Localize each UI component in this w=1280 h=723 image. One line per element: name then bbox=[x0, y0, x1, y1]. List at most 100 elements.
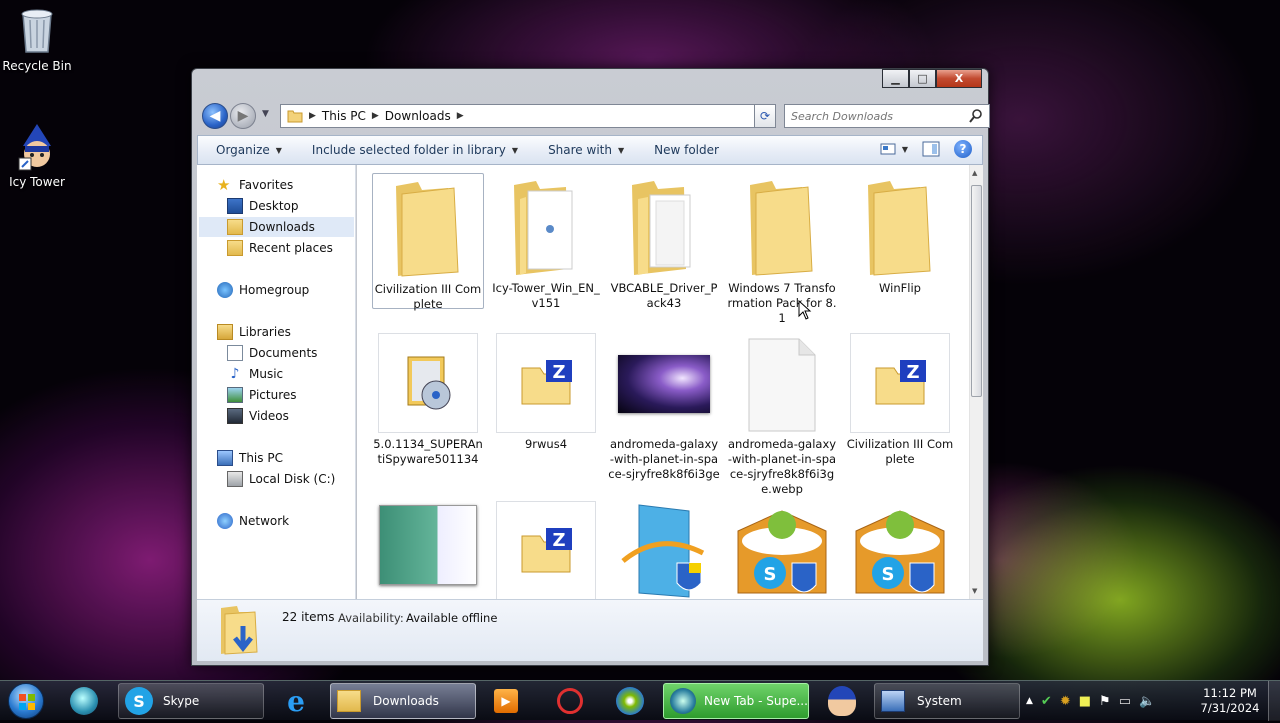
file-item[interactable]: andromeda-galaxy-with-planet-in-space-sj… bbox=[726, 329, 838, 497]
file-item[interactable]: andromeda-galaxy-with-planet-in-space-sj… bbox=[608, 329, 720, 482]
nav-music-label: Music bbox=[249, 367, 284, 381]
include-in-library-menu[interactable]: Include selected folder in library ▼ bbox=[312, 143, 518, 157]
forward-arrow-icon: ▶ bbox=[237, 108, 249, 124]
nav-downloads[interactable]: Downloads bbox=[199, 217, 354, 237]
preview-pane-icon[interactable] bbox=[922, 141, 940, 157]
taskbar-media-player[interactable]: ▶ bbox=[486, 683, 526, 719]
taskbar-skype[interactable]: S Skype bbox=[118, 683, 264, 719]
file-item[interactable]: Z bbox=[490, 497, 602, 599]
nav-favorites[interactable]: ★ Favorites bbox=[217, 175, 293, 195]
nav-pictures[interactable]: Pictures bbox=[227, 385, 297, 405]
monitor-icon[interactable]: ▭ bbox=[1119, 694, 1131, 709]
folder-icon bbox=[844, 173, 956, 277]
shield-check-icon[interactable]: ✔ bbox=[1041, 694, 1052, 709]
nav-recent-label: Recent places bbox=[249, 241, 333, 255]
new-folder-label: New folder bbox=[654, 143, 719, 157]
nav-desktop[interactable]: Desktop bbox=[227, 196, 299, 216]
scrollbar-thumb[interactable] bbox=[971, 185, 982, 397]
change-view-button[interactable]: ▼ bbox=[880, 142, 908, 156]
navigation-pane: ★ Favorites Desktop Downloads Recent plac… bbox=[197, 165, 356, 599]
file-item[interactable]: 5.0.1134_SUPERAntiSpyware501134 bbox=[372, 329, 484, 467]
skype-installer-icon: S bbox=[726, 497, 838, 599]
zip-icon: Z bbox=[490, 497, 602, 599]
file-item[interactable]: S bbox=[844, 497, 956, 599]
new-folder-button[interactable]: New folder bbox=[654, 143, 719, 157]
file-item[interactable]: Z 9rwus4 bbox=[490, 329, 602, 452]
flag-icon[interactable]: ⚑ bbox=[1099, 694, 1111, 709]
vertical-scrollbar[interactable]: ▲ ▼ bbox=[969, 165, 983, 599]
recent-pages-dropdown[interactable]: ▼ bbox=[262, 109, 269, 119]
close-button[interactable]: X bbox=[936, 69, 982, 88]
icy-tower-desktop-icon[interactable]: Icy Tower bbox=[0, 122, 74, 189]
taskbar-downloads[interactable]: Downloads bbox=[330, 683, 476, 719]
zip-icon: Z bbox=[844, 329, 956, 433]
taskbar-new-tab[interactable]: New Tab - Supe... bbox=[663, 683, 809, 719]
nav-recent-places[interactable]: Recent places bbox=[227, 238, 333, 258]
chevron-down-icon: ▼ bbox=[511, 145, 519, 155]
volume-icon[interactable]: 🔈 bbox=[1139, 694, 1155, 709]
bug-icon[interactable]: ✹ bbox=[1060, 694, 1071, 709]
taskbar-system[interactable]: System bbox=[874, 683, 1020, 719]
search-box[interactable] bbox=[784, 104, 990, 128]
file-item[interactable]: Z Civilization III Complete bbox=[844, 329, 956, 467]
taskbar-windows-pin[interactable] bbox=[608, 683, 652, 719]
nav-documents[interactable]: Documents bbox=[227, 343, 317, 363]
address-bar[interactable]: ▶ This PC ▶ Downloads ▶ ▼ bbox=[280, 104, 770, 128]
file-item[interactable]: VBCABLE_Driver_Pack43 bbox=[608, 173, 720, 311]
breadcrumb-this-pc[interactable]: This PC bbox=[322, 109, 366, 123]
back-button[interactable]: ◀ bbox=[202, 103, 228, 129]
show-hidden-icons-icon[interactable]: ▲ bbox=[1026, 696, 1033, 706]
system-icon bbox=[881, 690, 905, 712]
scroll-down-arrow-icon[interactable]: ▼ bbox=[972, 587, 977, 595]
file-item[interactable]: WinFlip bbox=[844, 173, 956, 296]
scroll-up-arrow-icon[interactable]: ▲ bbox=[972, 169, 977, 177]
file-name: VBCABLE_Driver_Pack43 bbox=[610, 281, 718, 310]
minimize-button[interactable]: ▁ bbox=[882, 69, 909, 88]
recycle-bin-label: Recycle Bin bbox=[2, 59, 72, 73]
file-item[interactable] bbox=[372, 497, 484, 599]
downloads-folder-icon bbox=[227, 219, 243, 235]
nav-local-disk[interactable]: Local Disk (C:) bbox=[227, 469, 335, 489]
search-input[interactable] bbox=[785, 106, 969, 126]
share-with-menu[interactable]: Share with ▼ bbox=[548, 143, 624, 157]
forward-button[interactable]: ▶ bbox=[230, 103, 256, 129]
view-icon bbox=[880, 143, 896, 155]
refresh-icon: ⟳ bbox=[759, 109, 771, 123]
taskbar-chrome-pin[interactable] bbox=[62, 683, 106, 719]
taskbar-ie-pin[interactable]: e bbox=[274, 683, 318, 719]
refresh-button[interactable]: ⟳ bbox=[754, 104, 776, 128]
breadcrumb-separator: ▶ bbox=[309, 111, 316, 121]
svg-text:Z: Z bbox=[552, 362, 565, 383]
nav-music[interactable]: ♪ Music bbox=[227, 364, 284, 384]
file-item[interactable]: Civilization III Complete bbox=[372, 173, 484, 311]
nav-videos[interactable]: Videos bbox=[227, 406, 289, 426]
organize-menu[interactable]: Organize ▼ bbox=[216, 143, 282, 157]
file-item[interactable]: Windows 7 Transformation Pack for 8.1 bbox=[726, 173, 838, 326]
setup-icon bbox=[608, 497, 720, 599]
taskbar-icy-tower[interactable] bbox=[818, 683, 866, 719]
maximize-button[interactable]: □ bbox=[909, 69, 936, 88]
include-label: Include selected folder in library bbox=[311, 143, 506, 157]
nav-network[interactable]: Network bbox=[217, 511, 289, 531]
note-icon[interactable]: ■ bbox=[1079, 694, 1091, 709]
document-thumbnail bbox=[372, 497, 484, 599]
file-item[interactable]: Icy-Tower_Win_EN_v151 bbox=[490, 173, 602, 311]
taskbar-app[interactable] bbox=[548, 683, 592, 719]
nav-libraries[interactable]: Libraries bbox=[217, 322, 291, 342]
show-desktop-button[interactable] bbox=[1268, 681, 1280, 721]
hard-drive-icon bbox=[227, 471, 243, 487]
file-item[interactable]: S bbox=[726, 497, 838, 599]
file-item[interactable] bbox=[608, 497, 720, 599]
skype-icon: S bbox=[125, 687, 153, 715]
nav-homegroup[interactable]: Homegroup bbox=[217, 280, 309, 300]
nav-pictures-label: Pictures bbox=[249, 388, 297, 402]
breadcrumb-downloads[interactable]: Downloads bbox=[385, 109, 451, 123]
start-button[interactable] bbox=[8, 683, 44, 719]
blank-file-icon bbox=[726, 329, 838, 433]
nav-local-disk-label: Local Disk (C:) bbox=[249, 472, 336, 486]
help-icon[interactable]: ? bbox=[954, 140, 972, 158]
nav-this-pc[interactable]: This PC bbox=[217, 448, 283, 468]
media-player-icon: ▶ bbox=[494, 689, 518, 713]
recycle-bin-desktop-icon[interactable]: Recycle Bin bbox=[0, 6, 74, 73]
clock[interactable]: 11:12 PM 7/31/2024 bbox=[1198, 686, 1262, 716]
